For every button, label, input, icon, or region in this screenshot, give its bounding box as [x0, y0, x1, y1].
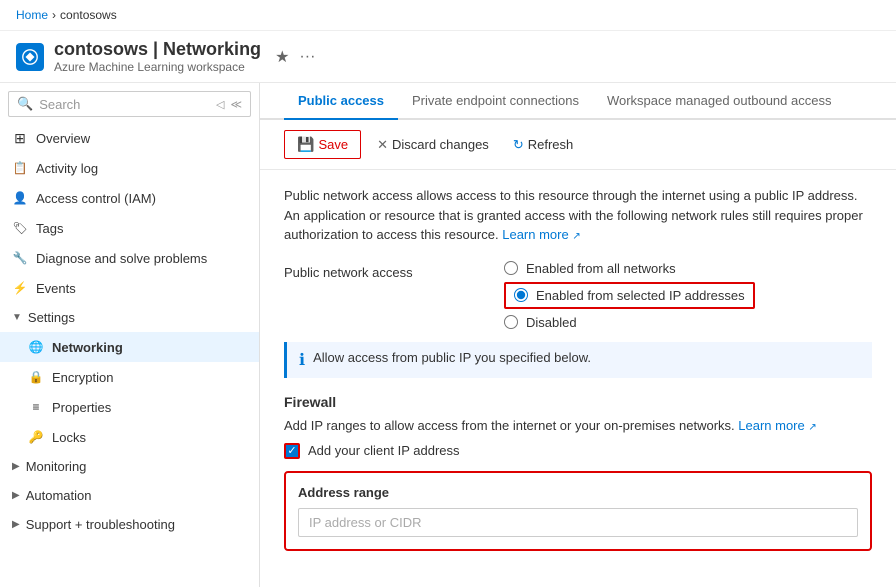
overview-icon: ⊞: [12, 130, 28, 146]
settings-group[interactable]: ▼ Settings: [0, 303, 259, 332]
allow-info-box: ℹ Allow access from public IP you specif…: [284, 342, 872, 378]
firewall-desc: Add IP ranges to allow access from the i…: [284, 418, 872, 433]
breadcrumb-home[interactable]: Home: [16, 8, 48, 22]
activity-log-icon: 📋: [12, 160, 28, 176]
sidebar-item-label: Overview: [36, 131, 90, 146]
public-network-access-row: Public network access Enabled from all n…: [284, 261, 872, 330]
diagnose-icon: 🔧: [12, 250, 28, 266]
external-link-icon: ↗: [572, 231, 580, 242]
support-chevron-icon: ▶: [12, 519, 20, 530]
monitoring-group[interactable]: ▶ Monitoring: [0, 452, 259, 481]
radio-selected-ip-input[interactable]: [514, 288, 528, 302]
sidebar-item-encryption[interactable]: 🔒 Encryption: [0, 362, 259, 392]
sidebar-item-diagnose[interactable]: 🔧 Diagnose and solve problems: [0, 243, 259, 273]
sidebar-item-activity-log[interactable]: 📋 Activity log: [0, 153, 259, 183]
breadcrumb: Home › contosows: [0, 0, 896, 31]
search-container: 🔍 ◁ ≪: [8, 91, 251, 117]
sidebar-item-label: Access control (IAM): [36, 191, 156, 206]
expand-icon[interactable]: ≪: [230, 98, 242, 111]
breadcrumb-separator: ›: [52, 8, 56, 22]
automation-group-label: Automation: [26, 488, 92, 503]
main-content: Public access Private endpoint connectio…: [260, 83, 896, 587]
sidebar-item-label: Properties: [52, 400, 111, 415]
automation-chevron-icon: ▶: [12, 490, 20, 501]
sidebar-item-tags[interactable]: 🏷 Tags: [0, 213, 259, 243]
monitoring-chevron-icon: ▶: [12, 461, 20, 472]
settings-group-label: Settings: [28, 310, 75, 325]
automation-group[interactable]: ▶ Automation: [0, 481, 259, 510]
learn-more-link-firewall[interactable]: Learn more ↗: [738, 418, 817, 433]
sidebar-item-label: Tags: [36, 221, 63, 236]
external-link-icon-2: ↗: [808, 422, 816, 433]
save-icon: 💾: [297, 136, 314, 153]
support-group[interactable]: ▶ Support + troubleshooting: [0, 510, 259, 539]
support-group-label: Support + troubleshooting: [26, 517, 175, 532]
sidebar-item-events[interactable]: ⚡ Events: [0, 273, 259, 303]
favorite-button[interactable]: ★: [275, 47, 289, 67]
search-input[interactable]: [39, 97, 210, 112]
locks-icon: 🔑: [28, 429, 44, 445]
tab-public-access[interactable]: Public access: [284, 83, 398, 120]
client-ip-row: ✓ Add your client IP address: [284, 443, 872, 459]
sidebar-item-label: Activity log: [36, 161, 98, 176]
settings-chevron-icon: ▼: [12, 312, 22, 323]
breadcrumb-current: contosows: [60, 8, 117, 22]
refresh-icon: ↻: [513, 137, 524, 153]
tab-bar: Public access Private endpoint connectio…: [260, 83, 896, 120]
sidebar-item-locks[interactable]: 🔑 Locks: [0, 422, 259, 452]
page-subtitle: Azure Machine Learning workspace: [54, 60, 261, 74]
sidebar: 🔍 ◁ ≪ ⊞ Overview 📋 Activity log 👤 Access…: [0, 83, 260, 587]
radio-all-networks: Enabled from all networks: [504, 261, 755, 276]
info-icon: ℹ: [299, 350, 305, 370]
more-options-button[interactable]: ···: [299, 48, 315, 66]
networking-icon: 🌐: [28, 339, 44, 355]
radio-all-networks-label[interactable]: Enabled from all networks: [526, 261, 676, 276]
address-range-title: Address range: [298, 485, 858, 500]
info-section: Public network access allows access to t…: [260, 170, 896, 579]
sidebar-item-label: Diagnose and solve problems: [36, 251, 207, 266]
tab-private-endpoint[interactable]: Private endpoint connections: [398, 83, 593, 120]
sidebar-item-label: Locks: [52, 430, 86, 445]
radio-disabled: Disabled: [504, 315, 755, 330]
address-range-box: Address range: [284, 471, 872, 551]
encryption-icon: 🔒: [28, 369, 44, 385]
tags-icon: 🏷: [12, 220, 28, 236]
tab-outbound[interactable]: Workspace managed outbound access: [593, 83, 846, 120]
sidebar-item-label: Encryption: [52, 370, 113, 385]
toolbar: 💾 Save ✕ Discard changes ↻ Refresh: [260, 120, 896, 170]
discard-icon: ✕: [377, 137, 388, 153]
sidebar-item-label: Events: [36, 281, 76, 296]
radio-all-networks-input[interactable]: [504, 261, 518, 275]
info-paragraph: Public network access allows access to t…: [284, 186, 872, 245]
firewall-title: Firewall: [284, 394, 872, 410]
discard-button[interactable]: ✕ Discard changes: [369, 132, 497, 158]
sidebar-item-properties[interactable]: ≡ Properties: [0, 392, 259, 422]
monitoring-group-label: Monitoring: [26, 459, 87, 474]
workspace-icon: [16, 43, 44, 71]
radio-selected-ip-label[interactable]: Enabled from selected IP addresses: [536, 288, 745, 303]
sidebar-item-networking[interactable]: 🌐 Networking: [0, 332, 259, 362]
address-range-input[interactable]: [298, 508, 858, 537]
save-button[interactable]: 💾 Save: [284, 130, 361, 159]
sidebar-item-access-control[interactable]: 👤 Access control (IAM): [0, 183, 259, 213]
sidebar-item-overview[interactable]: ⊞ Overview: [0, 123, 259, 153]
radio-selected-ip: Enabled from selected IP addresses: [504, 282, 755, 309]
sidebar-item-label: Networking: [52, 340, 123, 355]
radio-disabled-label[interactable]: Disabled: [526, 315, 577, 330]
client-ip-checkbox[interactable]: ✓: [284, 443, 300, 459]
client-ip-label[interactable]: Add your client IP address: [308, 443, 460, 458]
radio-disabled-input[interactable]: [504, 315, 518, 329]
radio-group: Enabled from all networks Enabled from s…: [504, 261, 755, 330]
learn-more-link-top[interactable]: Learn more ↗: [502, 227, 581, 242]
properties-icon: ≡: [28, 399, 44, 415]
refresh-button[interactable]: ↻ Refresh: [505, 132, 581, 158]
form-label: Public network access: [284, 261, 464, 280]
events-icon: ⚡: [12, 280, 28, 296]
search-icon: 🔍: [17, 96, 33, 112]
allow-info-text: Allow access from public IP you specifie…: [313, 350, 591, 365]
page-title: contosows | Networking: [54, 39, 261, 60]
page-header: contosows | Networking Azure Machine Lea…: [54, 39, 261, 74]
collapse-icon[interactable]: ◁: [216, 98, 224, 111]
access-control-icon: 👤: [12, 190, 28, 206]
